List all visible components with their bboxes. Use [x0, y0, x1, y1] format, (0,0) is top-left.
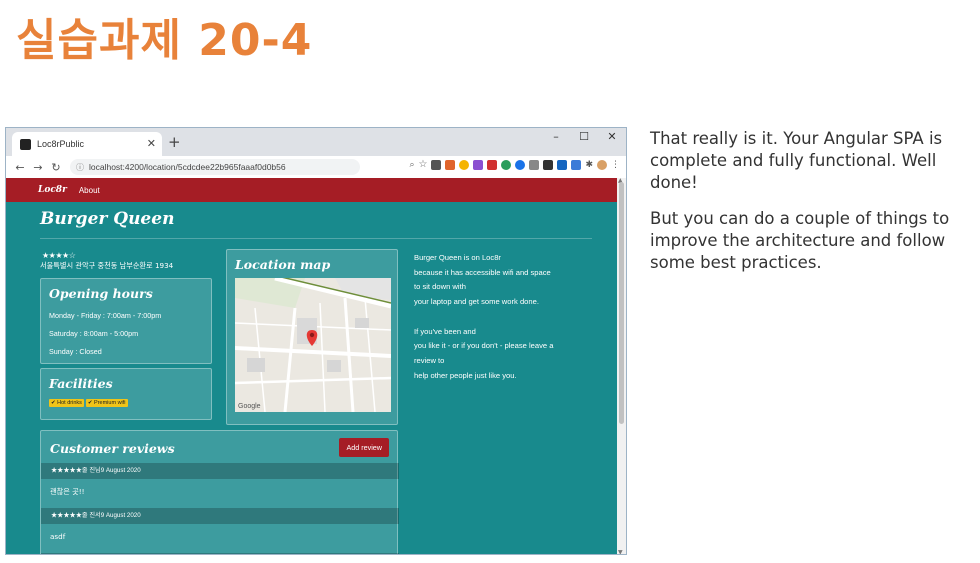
about-line: your laptop and get some work done.: [414, 297, 539, 307]
side-paragraph-2: But you can do a couple of things to imp…: [650, 209, 950, 272]
about-line: help other people just like you.: [414, 370, 517, 380]
map-graphic: [235, 278, 391, 412]
location-map-title: Location map: [235, 257, 331, 272]
opening-hours-card: Opening hours Monday - Friday : 7:00am -…: [40, 278, 212, 364]
slide-title: 실습과제 20-4: [16, 15, 313, 66]
facility-badges: ✔ Hot drinks ✔ Premium wifi: [49, 399, 203, 407]
google-logo: Google: [238, 403, 261, 410]
rating-stars: ★★★★☆: [42, 251, 76, 260]
app-navbar: Loc8r About: [6, 178, 618, 202]
tab-title: Loc8rPublic: [37, 139, 85, 149]
page-scrollbar[interactable]: ▲ ▼: [617, 177, 626, 554]
about-line: If you've been and: [414, 326, 476, 336]
extension-icon[interactable]: [459, 159, 470, 170]
facilities-card: Facilities ✔ Hot drinks ✔ Premium wifi: [40, 368, 212, 420]
minimize-button[interactable]: –: [542, 128, 570, 156]
scroll-down-icon[interactable]: ▼: [618, 549, 623, 554]
extension-icon[interactable]: [571, 159, 582, 170]
forward-icon[interactable]: →: [30, 161, 46, 174]
extensions-puzzle-icon[interactable]: ✱: [585, 160, 593, 170]
add-review-button[interactable]: Add review: [339, 438, 389, 457]
maximize-button[interactable]: ☐: [570, 128, 598, 156]
extension-icon[interactable]: [501, 159, 512, 170]
review-header: ★★★★★줄 진서9 August 2020: [41, 508, 399, 524]
bookmark-star-icon[interactable]: ☆: [418, 159, 427, 170]
divider: [40, 238, 592, 239]
browser-toolbar: ← → ↻ ⓘ localhost:4200/location/5cdcdee2…: [6, 156, 626, 178]
review-text: 괜찮은 곳!!: [50, 487, 85, 496]
about-line: you like it - or if you don't - please l…: [414, 341, 554, 351]
url-text: localhost:4200/location/5cdcdee22b965faa…: [89, 162, 286, 172]
customer-reviews-title: Customer reviews: [50, 441, 175, 456]
about-line: review to: [414, 355, 445, 365]
extension-icon[interactable]: [473, 159, 484, 170]
nav-about-link[interactable]: About: [79, 186, 100, 195]
hours-line: Sunday : Closed: [49, 347, 102, 356]
back-icon[interactable]: ←: [12, 161, 28, 174]
info-icon[interactable]: ⓘ: [76, 162, 84, 173]
extension-icon[interactable]: [543, 159, 554, 170]
window-controls: – ☐ ✕: [542, 128, 626, 156]
about-line: to sit down with: [414, 282, 466, 292]
extension-icon[interactable]: [445, 159, 456, 170]
about-line: [414, 310, 592, 325]
hours-line: Monday - Friday : 7:00am - 7:00pm: [49, 311, 162, 320]
browser-tab[interactable]: Loc8rPublic ✕: [12, 132, 162, 156]
facility-badge: ✔ Hot drinks: [49, 399, 84, 407]
scrollbar-thumb[interactable]: [619, 182, 624, 424]
address-bar[interactable]: ⓘ localhost:4200/location/5cdcdee22b965f…: [70, 159, 360, 175]
facilities-title: Facilities: [49, 376, 113, 391]
close-tab-icon[interactable]: ✕: [147, 137, 156, 150]
review-text: asdf: [50, 532, 66, 541]
tab-bar: Loc8rPublic ✕ + – ☐ ✕: [6, 128, 626, 156]
brand-logo[interactable]: Loc8r: [38, 185, 67, 195]
extension-icon[interactable]: [529, 159, 540, 170]
extension-icon[interactable]: [515, 159, 526, 170]
page-title: Burger Queen: [40, 209, 175, 229]
extension-icon[interactable]: [487, 159, 498, 170]
page-viewport: Loc8r About Burger Queen ★★★★☆ 서울특별시 관악구…: [6, 178, 618, 554]
reload-icon[interactable]: ↻: [48, 161, 64, 174]
zoom-icon[interactable]: ⌕: [409, 160, 414, 170]
opening-hours-title: Opening hours: [49, 286, 153, 301]
review-header: [41, 553, 399, 554]
browser-window: Loc8rPublic ✕ + – ☐ ✕ ← → ↻ ⓘ localhost:…: [5, 127, 627, 555]
new-tab-icon[interactable]: +: [168, 133, 181, 151]
profile-avatar[interactable]: [597, 159, 607, 170]
angular-favicon-icon: [20, 138, 31, 150]
extension-icons: ⌕ ☆ ✱ ⋮: [409, 159, 620, 170]
location-address: 서울특별시 관악구 중천동 남부순환로 1934: [40, 261, 174, 270]
close-window-button[interactable]: ✕: [598, 128, 626, 156]
facility-badge: ✔ Premium wifi: [85, 399, 128, 407]
about-line: because it has accessible wifi and space: [414, 267, 551, 277]
side-paragraph-1: That really is it. Your Angular SPA is c…: [650, 129, 943, 192]
hours-line: Saturday : 8:00am - 5:00pm: [49, 329, 139, 338]
customer-reviews-card: Customer reviews Add review ★★★★★줄 진님9 A…: [40, 430, 399, 554]
about-line: Burger Queen is on Loc8r: [414, 253, 501, 262]
side-text: That really is it. Your Angular SPA is c…: [650, 128, 978, 288]
extension-icon[interactable]: [431, 159, 442, 170]
extension-icon[interactable]: [557, 159, 568, 170]
location-map-card: Location map Google: [226, 249, 398, 425]
static-map-image[interactable]: Google: [235, 278, 391, 412]
menu-dots-icon[interactable]: ⋮: [611, 160, 620, 170]
about-text: Burger Queen is on Loc8r because it has …: [414, 251, 592, 383]
review-header: ★★★★★줄 진님9 August 2020: [41, 463, 399, 479]
